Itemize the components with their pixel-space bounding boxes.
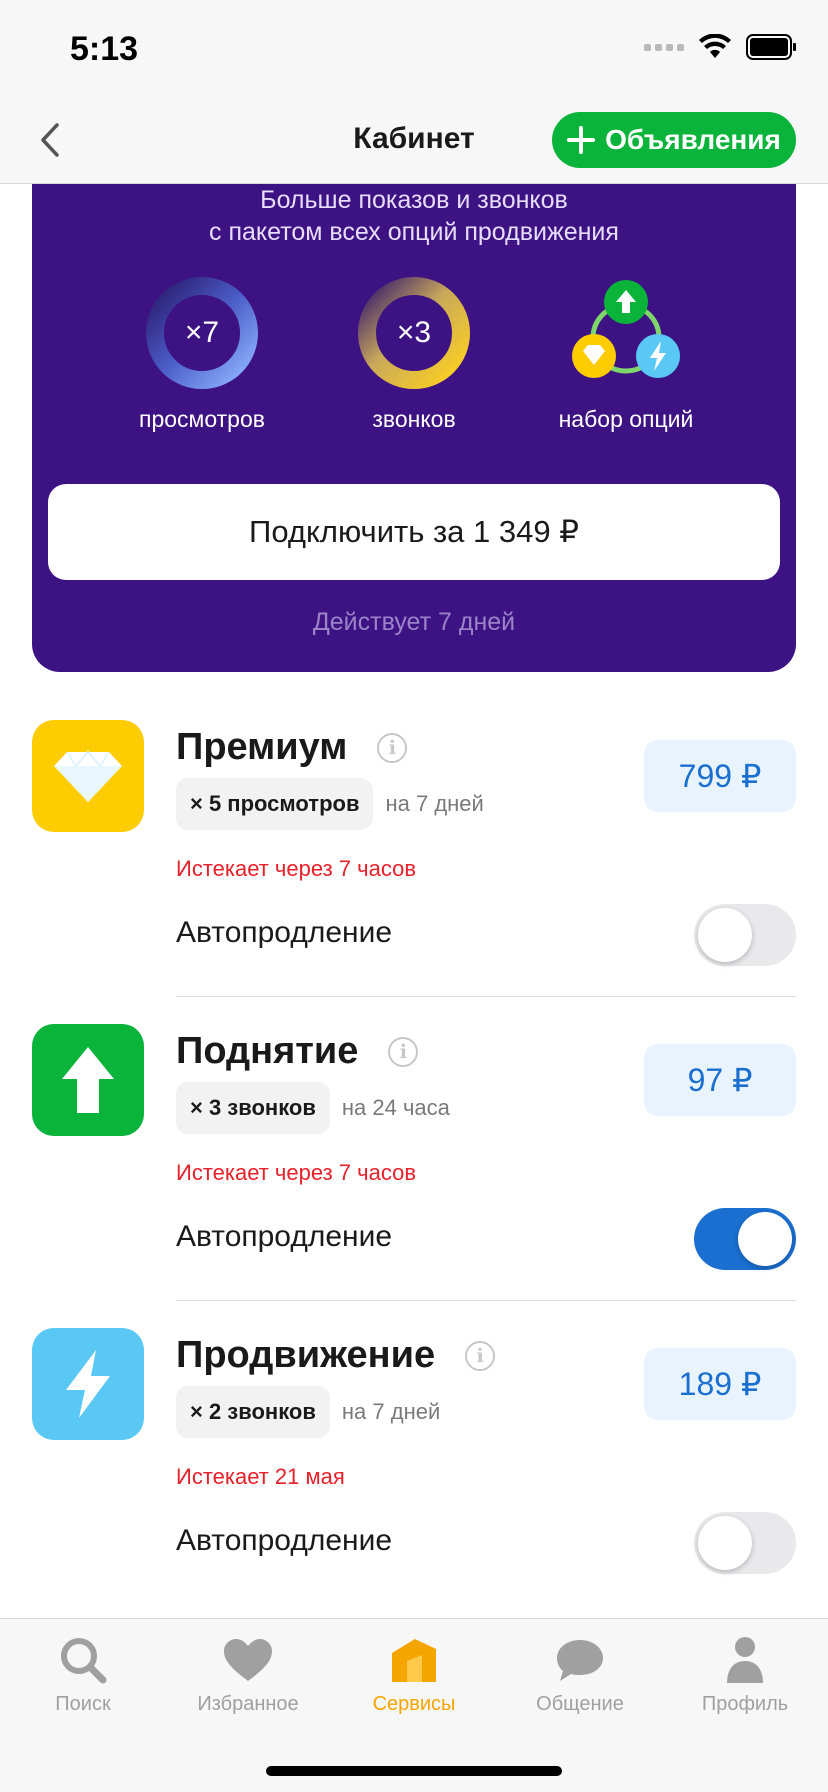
ads-button-label: Объявления [605,124,781,155]
status-bar: 5:13 [0,0,828,100]
promotion-price-button[interactable]: 189 ₽ [644,1348,796,1420]
premium-title-row: Премиум i [176,726,408,769]
options-caption: набор опций [558,406,694,432]
views-multiplier: ×7 [184,316,220,349]
nav-bar: Кабинет Объявления [0,100,828,184]
views-ring: ×7 [145,276,259,390]
premium-duration: на 7 дней [385,791,484,816]
info-icon[interactable]: i [388,1036,419,1067]
premium-boost-chip: × 5 просмотров [176,778,374,830]
raise-autorenew-label: Автопродление [176,1220,393,1253]
lightning-icon [66,1350,110,1418]
service-raise: Поднятие i × 3 звонков на 24 часа Истека… [0,1024,828,1304]
promo-line-2: с пакетом всех опций продвижения [209,218,619,246]
search-icon [61,1638,107,1684]
ads-button[interactable]: Объявления [552,112,796,168]
calls-ring: ×3 [357,276,471,390]
calls-multiplier: ×3 [396,316,432,349]
premium-chip-row: × 5 просмотров на 7 дней [176,778,484,830]
promotion-autorenew-label: Автопродление [176,1524,393,1557]
premium-autorenew-label: Автопродление [176,916,393,949]
promotion-title-row: Продвижение i [176,1334,496,1377]
promotion-chip-row: × 2 звонков на 7 дней [176,1386,440,1438]
validity-text: Действует 7 дней [312,608,516,636]
cellular-signal-icon [644,43,684,51]
chevron-left-icon [41,123,59,157]
premium-expiry: Истекает через 7 часов [176,856,417,881]
tab-favorites-label: Избранное [197,1693,299,1715]
promotion-duration: на 7 дней [341,1399,441,1424]
chat-icon [557,1640,603,1681]
raise-title: Поднятие [176,1030,359,1072]
premium-title: Премиум [176,726,348,768]
services-icon [392,1639,436,1682]
battery-icon [746,34,796,60]
tab-services-label: Сервисы [372,1693,456,1715]
raise-expiry: Истекает через 7 часов [176,1160,417,1185]
stat-options: набор опций [526,276,726,433]
raise-tile [32,1024,144,1136]
divider [176,1300,796,1301]
tab-services[interactable]: Сервисы [331,1633,497,1716]
promo-description: Больше показов и звонков с пакетом всех … [32,184,796,248]
tab-profile-label: Профиль [701,1693,789,1715]
connect-package-button[interactable]: Подключить за 1 349 ₽ [48,484,780,580]
stat-views: ×7 просмотров [102,276,302,433]
service-premium: Премиум i × 5 просмотров на 7 дней Истек… [0,720,828,1000]
options-set [569,276,683,390]
status-icons [644,34,798,60]
calls-caption: звонков [372,406,456,432]
promo-line-1: Больше показов и звонков [260,186,568,214]
home-indicator [266,1766,562,1776]
promotion-expiry: Истекает 21 мая [176,1464,345,1489]
plus-icon [567,126,596,154]
status-time: 5:13 [70,30,139,68]
raise-title-row: Поднятие i [176,1030,419,1073]
promotion-boost-chip: × 2 звонков [176,1386,330,1438]
back-button[interactable] [30,118,70,162]
raise-chip-row: × 3 звонков на 24 часа [176,1082,450,1134]
tab-chat-label: Общение [536,1693,624,1715]
raise-price-button[interactable]: 97 ₽ [644,1044,796,1116]
screen: 5:13 Кабинет Объявления Больше показов и… [0,0,828,1792]
options-set-icon [572,280,680,378]
profile-icon [727,1637,763,1683]
tab-chat[interactable]: Общение [497,1633,663,1716]
promotion-tile [32,1328,144,1440]
info-icon[interactable]: i [377,732,408,763]
raise-autorenew-toggle[interactable] [694,1208,796,1270]
premium-autorenew-toggle[interactable] [694,904,796,966]
tab-search-label: Поиск [55,1693,111,1715]
premium-tile [32,720,144,832]
raise-boost-chip: × 3 звонков [176,1082,330,1134]
raise-duration: на 24 часа [341,1095,450,1120]
promo-banner: Больше показов и звонков с пакетом всех … [32,184,796,672]
wifi-icon [699,34,731,58]
promotion-autorenew-toggle[interactable] [694,1512,796,1574]
diamond-icon [54,750,122,802]
info-icon[interactable]: i [465,1340,496,1371]
stat-calls: ×3 звонков [314,276,514,433]
arrow-up-icon [62,1047,114,1113]
views-caption: просмотров [139,406,265,432]
promotion-title: Продвижение [176,1334,436,1376]
premium-price-button[interactable]: 799 ₽ [644,740,796,812]
tab-profile[interactable]: Профиль [662,1633,828,1716]
tab-search[interactable]: Поиск [0,1633,166,1716]
divider [176,996,796,997]
service-promotion: Продвижение i × 2 звонков на 7 дней Исте… [0,1328,828,1608]
heart-icon [224,1639,272,1681]
tab-favorites[interactable]: Избранное [165,1633,331,1716]
